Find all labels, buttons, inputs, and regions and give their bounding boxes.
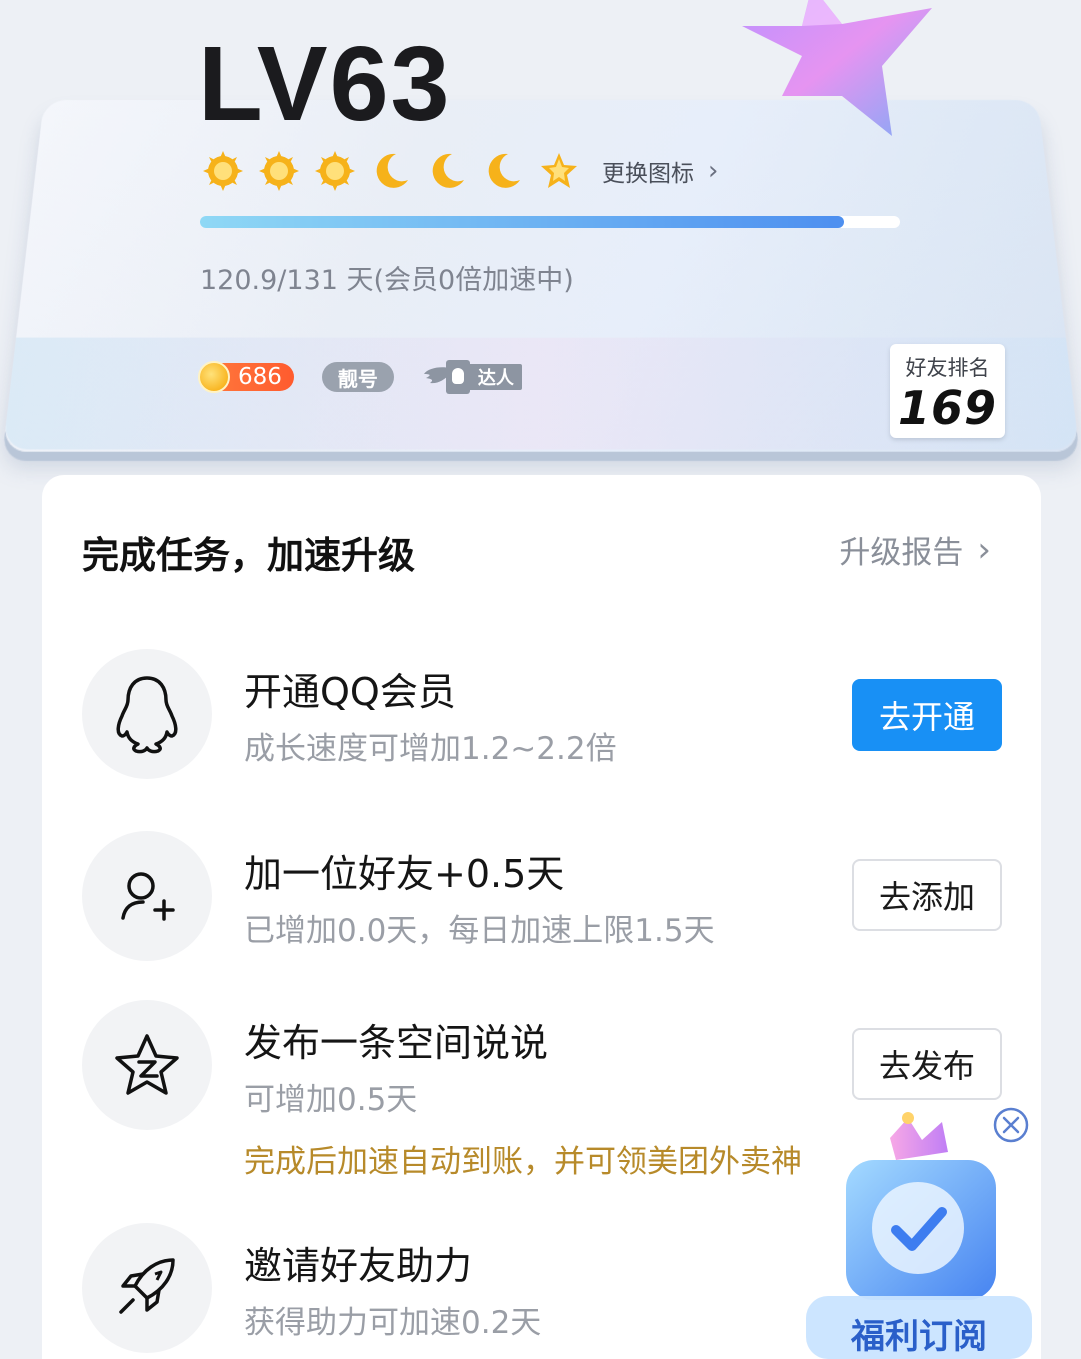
task-item: 开通QQ会员 成长速度可增加1.2~2.2倍 去开通 [82,649,1002,789]
star-decoration-icon [742,0,932,136]
friend-rank-card[interactable]: 好友排名 169 [890,344,1005,438]
add-friend-button[interactable]: 去添加 [852,859,1002,931]
task-subtitle: 获得助力可加速0.2天 [244,1305,542,1341]
task-note: 完成后加速自动到账，并可领美团外卖神 [244,1144,802,1180]
promo-label: 福利订阅 [850,1317,987,1357]
task-icon-wrapper [82,1000,212,1130]
task-icon-wrapper [82,831,212,961]
publish-post-button[interactable]: 去发布 [852,1028,1002,1100]
task-subtitle: 成长速度可增加1.2~2.2倍 [244,731,617,767]
task-title: 发布一条空间说说 [244,1021,549,1065]
level-icons-row: 更换图标 › [202,150,718,192]
level-progress-fill [200,216,844,228]
pretty-number-badge[interactable]: 靓号 [321,362,394,392]
task-subtitle: 已增加0.0天，每日加速上限1.5天 [244,913,715,949]
rocket-icon [119,1258,175,1314]
chevron-right-icon: › [977,529,991,570]
change-icon-label: 更换图标 [602,161,694,187]
coin-value: 686 [238,364,282,390]
task-item: 加一位好友+0.5天 已增加0.0天，每日加速上限1.5天 去添加 [82,831,1002,971]
sun-icon [315,151,355,191]
coin-icon [198,361,230,393]
task-title: 加一位好友+0.5天 [244,852,565,896]
add-friend-icon [121,872,175,921]
upgrade-report-label: 升级报告 [839,535,964,571]
penguin-badge-icon [445,360,470,394]
task-subtitle: 可增加0.5天 [244,1082,418,1118]
star-icon [541,153,577,188]
friend-rank-label: 好友排名 [905,356,990,380]
sun-icon [203,151,243,191]
master-label: 达人 [465,364,522,390]
penguin-icon [116,676,178,754]
open-vip-button[interactable]: 去开通 [852,679,1002,751]
friend-rank-value: 169 [897,381,998,435]
sun-icon [259,151,299,191]
panel-title: 完成任务，加速升级 [82,534,415,577]
moon-icon [432,153,464,188]
subscription-promo-widget[interactable]: 福利订阅 [800,1108,1040,1359]
task-title: 开通QQ会员 [244,670,456,714]
level-days-text: 120.9/131 天(会员0倍加速中) [200,265,574,296]
chevron-right-icon: › [708,156,719,186]
qzone-star-icon [115,1034,179,1095]
coin-badge[interactable]: 686 [198,361,294,393]
badges-row: 686 靓号 达人 [198,360,522,394]
task-icon-wrapper [82,1223,212,1353]
task-title: 邀请好友助力 [244,1244,473,1288]
master-badge[interactable]: 达人 [422,360,522,394]
task-icon-wrapper [82,649,212,779]
moon-icon [488,153,520,188]
level-progress-bar [200,216,900,228]
upgrade-report-link[interactable]: 升级报告 › [839,527,991,572]
change-icon-link[interactable]: 更换图标 › [602,154,718,188]
moon-icon [376,153,408,188]
level-title: LV63 [198,25,452,143]
close-icon[interactable] [992,1106,1030,1144]
